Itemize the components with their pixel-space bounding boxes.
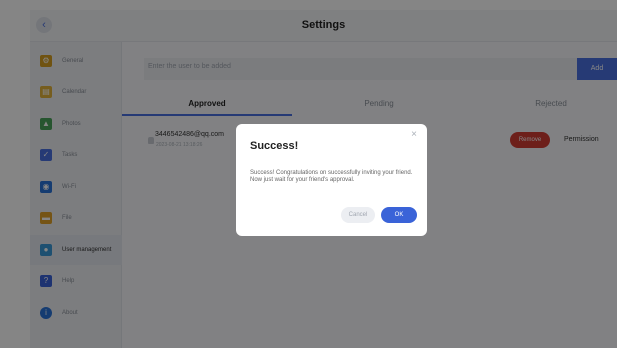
success-dialog: × Success! Success! Congratulations on s…	[236, 124, 427, 236]
close-icon[interactable]: ×	[411, 130, 417, 140]
dialog-message: Success! Congratulations on successfully…	[250, 170, 413, 183]
cancel-button[interactable]: Cancel	[341, 207, 375, 223]
settings-screen: ‹ Settings ⚙ General ▤ Calendar ▲ Photos…	[0, 0, 617, 348]
dialog-title: Success!	[250, 140, 299, 152]
ok-button[interactable]: OK	[381, 207, 417, 223]
